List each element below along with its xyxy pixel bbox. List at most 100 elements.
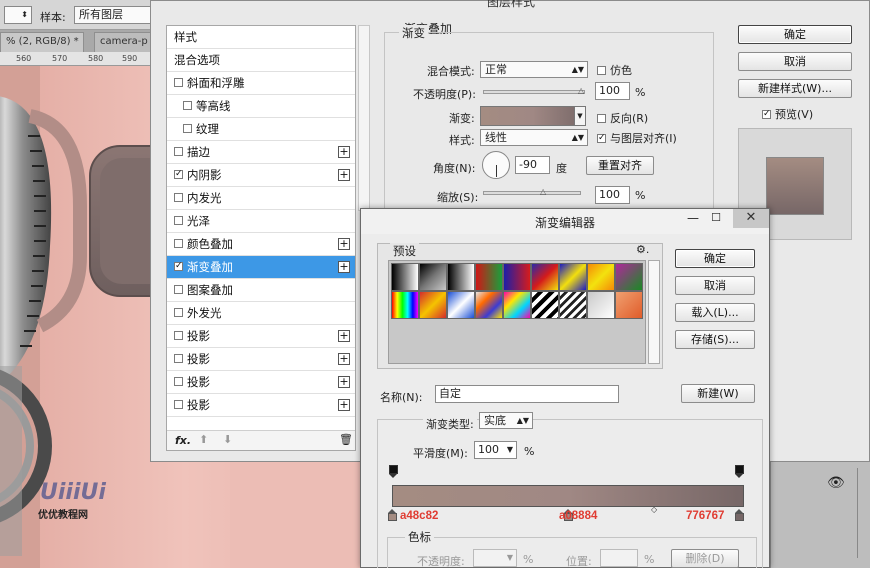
color-stop[interactable]	[388, 509, 397, 523]
style-checkbox[interactable]	[174, 147, 183, 156]
preset-swatch[interactable]	[419, 263, 447, 291]
style-checkbox[interactable]	[174, 354, 183, 363]
new-style-button[interactable]: 新建样式(W)...	[738, 79, 852, 98]
ok-button[interactable]: 确定	[738, 25, 852, 44]
minimize-icon[interactable]: —	[687, 211, 699, 225]
preset-swatch[interactable]	[615, 263, 643, 291]
preview-checkbox[interactable]: ✓ 预览(V)	[762, 106, 813, 122]
new-gradient-button[interactable]: 新建(W)	[681, 384, 755, 403]
preset-swatch[interactable]	[531, 291, 559, 319]
ge-cancel-button[interactable]: 取消	[675, 276, 755, 295]
style-list-item[interactable]: 投影 +	[167, 348, 355, 371]
preset-swatch[interactable]	[475, 291, 503, 319]
style-checkbox[interactable]	[174, 331, 183, 340]
fx-menu-button[interactable]: fx.	[175, 434, 191, 447]
tab-document-1[interactable]: % (2, RGB/8) * ✕	[0, 32, 84, 52]
style-list-item[interactable]: 样式	[167, 26, 355, 49]
opacity-slider[interactable]: △	[483, 87, 585, 95]
style-list-item[interactable]: 投影 +	[167, 325, 355, 348]
save-button[interactable]: 存储(S)...	[675, 330, 755, 349]
name-input[interactable]: 自定	[435, 385, 619, 403]
add-effect-icon[interactable]: +	[338, 261, 350, 273]
style-checkbox[interactable]	[174, 78, 183, 87]
style-checkbox[interactable]	[174, 400, 183, 409]
style-list-item[interactable]: 投影 +	[167, 394, 355, 417]
preset-swatch[interactable]	[503, 291, 531, 319]
style-list-scrollbar[interactable]	[358, 25, 370, 211]
sample-select[interactable]: 所有图层	[74, 6, 152, 24]
presets-scrollbar[interactable]	[648, 260, 660, 364]
ge-ok-button[interactable]: 确定	[675, 249, 755, 268]
preset-swatch[interactable]	[391, 263, 419, 291]
preset-swatch[interactable]	[391, 291, 419, 319]
opacity-input[interactable]: 100	[595, 82, 630, 100]
scale-slider[interactable]: △	[483, 188, 581, 196]
angle-dial[interactable]	[482, 151, 510, 179]
reverse-checkbox[interactable]: 反向(R)	[597, 110, 648, 126]
add-effect-icon[interactable]: +	[338, 169, 350, 181]
gradient-type-select[interactable]: 实底 ▲▼	[479, 412, 533, 429]
style-checkbox[interactable]: ✓	[174, 262, 183, 271]
add-effect-icon[interactable]: +	[338, 238, 350, 250]
location-input[interactable]	[600, 549, 638, 567]
style-list-item[interactable]: ✓ 内阴影 +	[167, 164, 355, 187]
style-checkbox[interactable]	[174, 193, 183, 202]
preset-swatch[interactable]	[559, 291, 587, 319]
style-list-item[interactable]: 光泽	[167, 210, 355, 233]
scale-input[interactable]: 100	[595, 186, 630, 204]
delete-button[interactable]: 删除(D)	[671, 549, 739, 568]
move-up-icon[interactable]: ⬆	[199, 433, 208, 446]
chevron-down-icon[interactable]: ▼	[574, 106, 586, 126]
stop-opacity-input[interactable]: ▼	[473, 549, 517, 567]
tab-camera[interactable]: camera-p	[94, 32, 152, 52]
preset-swatch[interactable]	[559, 263, 587, 291]
dither-checkbox[interactable]: 仿色	[597, 62, 632, 78]
add-effect-icon[interactable]: +	[338, 146, 350, 158]
preset-swatch[interactable]	[615, 291, 643, 319]
style-list-item[interactable]: 颜色叠加 +	[167, 233, 355, 256]
cancel-button[interactable]: 取消	[738, 52, 852, 71]
angle-input[interactable]: -90	[515, 156, 550, 174]
style-checkbox[interactable]: ✓	[174, 170, 183, 179]
smoothness-input[interactable]: 100 ▼	[474, 441, 517, 459]
opacity-stop-right[interactable]	[735, 465, 744, 479]
midpoint-diamond[interactable]: ◇	[651, 505, 657, 514]
style-checkbox[interactable]	[183, 101, 192, 110]
style-list-item[interactable]: 内发光	[167, 187, 355, 210]
style-list-item[interactable]: 描边 +	[167, 141, 355, 164]
close-icon[interactable]: ✕	[733, 209, 769, 228]
add-effect-icon[interactable]: +	[338, 353, 350, 365]
style-checkbox[interactable]	[183, 124, 192, 133]
style-list-item[interactable]: ✓ 渐变叠加 +	[167, 256, 355, 279]
add-effect-icon[interactable]: +	[338, 399, 350, 411]
reset-align-button[interactable]: 重置对齐	[586, 156, 654, 175]
style-list-item[interactable]: 纹理	[167, 118, 355, 141]
style-list-item[interactable]: 外发光	[167, 302, 355, 325]
eye-icon[interactable]: 👁	[827, 475, 845, 491]
opacity-stop-left[interactable]	[389, 465, 398, 479]
style-list-item[interactable]: 图案叠加	[167, 279, 355, 302]
style-checkbox[interactable]	[174, 239, 183, 248]
preset-swatch[interactable]	[447, 263, 475, 291]
add-effect-icon[interactable]: +	[338, 330, 350, 342]
tool-preset-dropdown[interactable]: ⬍	[4, 6, 32, 24]
style-checkbox[interactable]	[174, 308, 183, 317]
load-button[interactable]: 载入(L)...	[675, 303, 755, 322]
style-checkbox[interactable]	[174, 285, 183, 294]
preset-swatch[interactable]	[587, 263, 615, 291]
move-down-icon[interactable]: ⬇	[223, 433, 232, 446]
align-with-layer-checkbox[interactable]: ✓ 与图层对齐(I)	[597, 130, 677, 146]
style-checkbox[interactable]	[174, 377, 183, 386]
preset-swatch[interactable]	[447, 291, 475, 319]
preset-swatch[interactable]	[503, 263, 531, 291]
trash-icon[interactable]: 🗑	[339, 433, 353, 446]
blend-mode-select[interactable]: 正常 ▲▼	[480, 61, 588, 78]
style-list-item[interactable]: 斜面和浮雕	[167, 72, 355, 95]
style-select[interactable]: 线性 ▲▼	[480, 129, 588, 146]
style-list-item[interactable]: 投影 +	[167, 371, 355, 394]
color-stop[interactable]	[735, 509, 744, 523]
gear-icon[interactable]: ⚙.	[636, 243, 649, 256]
style-checkbox[interactable]	[174, 216, 183, 225]
gradient-picker[interactable]: ▼	[480, 106, 586, 126]
maximize-icon[interactable]: ☐	[711, 211, 721, 224]
